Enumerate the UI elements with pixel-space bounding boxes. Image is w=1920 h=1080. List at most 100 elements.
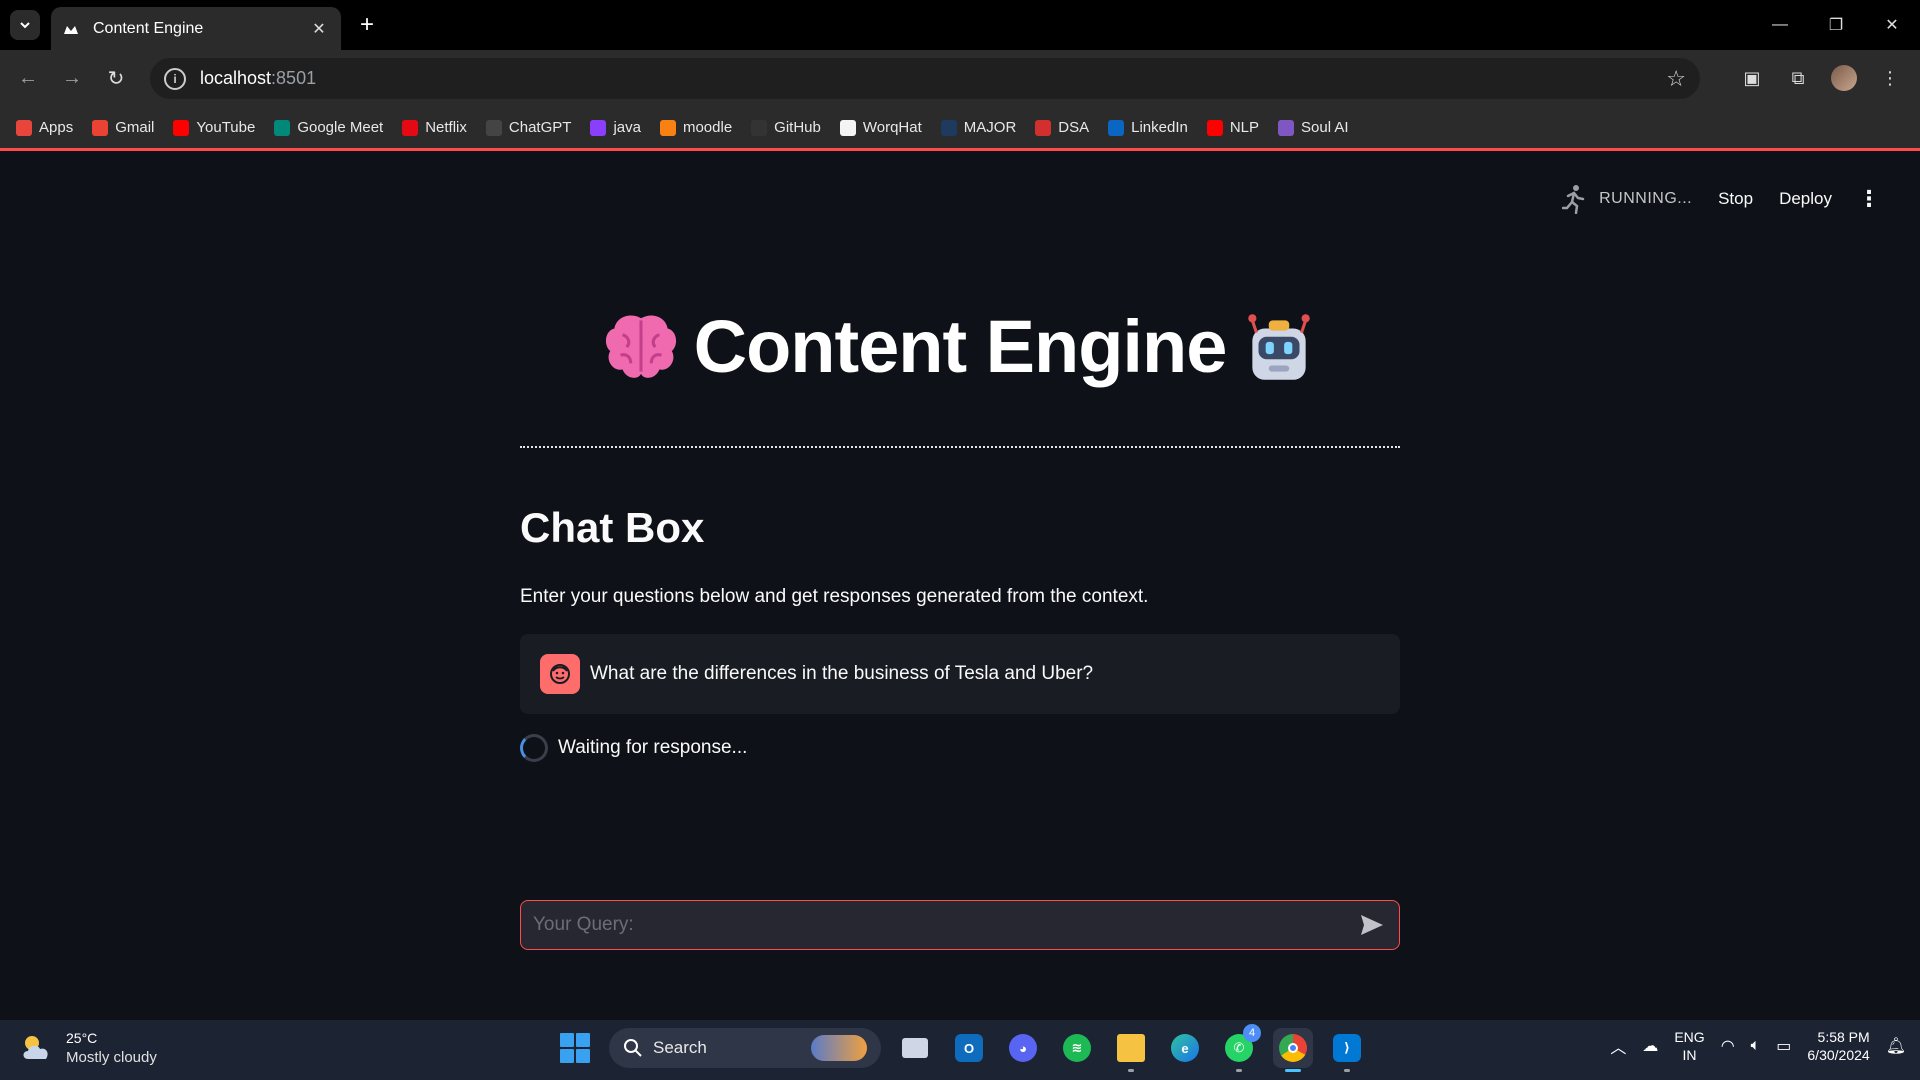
chevron-down-icon (20, 22, 30, 29)
battery-icon[interactable]: ▭ (1776, 1036, 1791, 1056)
weather-temp: 25°C (66, 1030, 98, 1046)
bookmark-label: Netflix (425, 119, 467, 136)
volume-icon[interactable]: 🔈︎ (1751, 1037, 1761, 1055)
whatsapp-icon[interactable]: ✆ 4 (1219, 1024, 1261, 1072)
edge-icon[interactable]: e (1165, 1028, 1205, 1068)
netflix-icon (402, 119, 419, 136)
site-info-icon[interactable]: i (164, 67, 186, 90)
bookmark-label: Soul AI (1301, 119, 1349, 136)
apps-grid-icon (16, 119, 32, 136)
task-view-icon[interactable] (895, 1028, 935, 1068)
major-icon (940, 119, 957, 136)
outlook-icon[interactable]: O (949, 1028, 989, 1068)
file-explorer-icon[interactable] (1111, 1028, 1151, 1072)
deploy-button[interactable]: Deploy (1779, 189, 1832, 209)
clock[interactable]: 5:58 PM 6/30/2024 (1807, 1028, 1869, 1064)
taskbar-search[interactable]: Search (609, 1028, 881, 1068)
onedrive-error-icon[interactable]: ☁ (1642, 1036, 1658, 1056)
worqhat-icon (839, 119, 856, 136)
browser-tab[interactable]: Content Engine ✕ (51, 7, 341, 50)
close-tab-icon[interactable]: ✕ (309, 19, 329, 39)
bookmark-label: GitHub (774, 119, 821, 136)
reload-icon[interactable]: ↻ (100, 62, 132, 94)
google-meet-icon (274, 119, 291, 136)
bookmark-item[interactable]: moodle (659, 119, 732, 136)
soul-ai-icon (1278, 119, 1295, 136)
clock-time: 5:58 PM (1817, 1029, 1870, 1045)
bookmark-item[interactable]: Apps (16, 119, 73, 136)
minimize-icon[interactable]: — (1752, 0, 1808, 50)
main-menu-icon[interactable]: ⋮ (1858, 186, 1880, 212)
forward-arrow-icon[interactable]: → (56, 62, 88, 94)
bookmark-label: NLP (1229, 119, 1260, 136)
new-tab-button[interactable]: + (352, 10, 382, 40)
language-indicator[interactable]: ENG IN (1674, 1028, 1704, 1064)
browser-menu-icon[interactable]: ⋮ (1874, 62, 1906, 94)
lang-bottom: IN (1682, 1047, 1697, 1063)
bookmark-item[interactable]: DSA (1035, 119, 1089, 136)
send-icon[interactable] (1357, 910, 1387, 940)
spotify-icon[interactable]: ≋ (1057, 1028, 1097, 1068)
dsa-icon (1035, 119, 1052, 136)
app-status-bar: RUNNING... Stop Deploy ⋮ (1561, 184, 1880, 214)
gmail-icon (92, 119, 109, 136)
bookmark-label: YouTube (196, 119, 256, 136)
bookmark-star-icon[interactable]: ☆ (1666, 66, 1686, 92)
bookmark-item[interactable]: Netflix (402, 119, 467, 136)
bookmark-item[interactable]: Soul AI (1278, 119, 1349, 136)
bookmark-label: Gmail (115, 119, 155, 136)
close-window-icon[interactable]: ✕ (1864, 0, 1920, 50)
bookmark-label: java (613, 119, 641, 136)
user-face-icon (540, 654, 580, 694)
bookmark-item[interactable]: LinkedIn (1108, 119, 1188, 136)
discord-icon[interactable]: ◕ (1003, 1028, 1043, 1068)
linkedin-icon (1108, 119, 1125, 136)
chat-description: Enter your questions below and get respo… (520, 586, 1149, 607)
restore-icon[interactable]: ❐ (1808, 0, 1864, 50)
bookmark-item[interactable]: WorqHat (839, 119, 922, 136)
bookmark-item[interactable]: Gmail (92, 119, 154, 136)
sidepanel-icon[interactable]: ▣ (1736, 62, 1768, 94)
bookmark-item[interactable]: MAJOR (940, 119, 1016, 136)
address-bar[interactable]: i localhost:8501 ☆ (150, 58, 1700, 99)
running-person-icon (1561, 184, 1587, 214)
url-port: :8501 (271, 68, 317, 88)
back-arrow-icon[interactable]: ← (12, 62, 44, 94)
bookmark-item[interactable]: NLP (1206, 119, 1260, 136)
bookmark-item[interactable]: Google Meet (274, 119, 383, 136)
notification-bell-icon[interactable]: 🔔︎ (1886, 1036, 1906, 1056)
bookmark-label: Google Meet (297, 119, 384, 136)
tab-search-button[interactable] (10, 10, 40, 40)
java-icon (590, 119, 607, 136)
search-label: Search (653, 1038, 707, 1057)
bookmarks-bar: Apps Gmail YouTube Google Meet Netflix ChatGP… (0, 107, 1920, 151)
brain-icon (605, 314, 676, 378)
search-highlight-icon (811, 1035, 867, 1061)
windows-start-icon[interactable] (555, 1028, 595, 1068)
search-icon (624, 1039, 642, 1057)
weather-widget[interactable]: 25°C Mostly cloudy (20, 1028, 157, 1068)
running-indicator: RUNNING... (1561, 184, 1692, 214)
profile-avatar[interactable] (1828, 62, 1860, 94)
extensions-puzzle-icon[interactable]: ⧉ (1782, 62, 1814, 94)
page-title: Content Engine (693, 305, 1228, 388)
tab-strip: Content Engine ✕ + — ❐ ✕ (0, 0, 1920, 50)
user-message-text: What are the differences in the business… (590, 663, 1094, 684)
lang-top: ENG (1674, 1029, 1705, 1045)
bookmark-item[interactable]: YouTube (173, 119, 255, 136)
wifi-icon[interactable]: ◠ (1721, 1036, 1735, 1056)
vscode-icon[interactable]: ⟩ (1327, 1028, 1367, 1072)
chevron-up-icon[interactable]: ︿ (1610, 1034, 1626, 1058)
bookmark-item[interactable]: GitHub (751, 119, 821, 136)
query-input[interactable] (533, 914, 1357, 936)
bookmark-item[interactable]: java (590, 119, 641, 136)
bookmark-item[interactable]: ChatGPT (485, 119, 571, 136)
youtube-icon (173, 119, 190, 136)
chrome-icon[interactable] (1273, 1028, 1313, 1072)
youtube-icon (1206, 119, 1223, 136)
bookmark-label: LinkedIn (1131, 119, 1188, 136)
waiting-text: Waiting for response... (558, 737, 748, 758)
streamlit-favicon-icon (63, 21, 79, 37)
bookmark-label: DSA (1058, 119, 1090, 136)
stop-button[interactable]: Stop (1718, 189, 1753, 209)
